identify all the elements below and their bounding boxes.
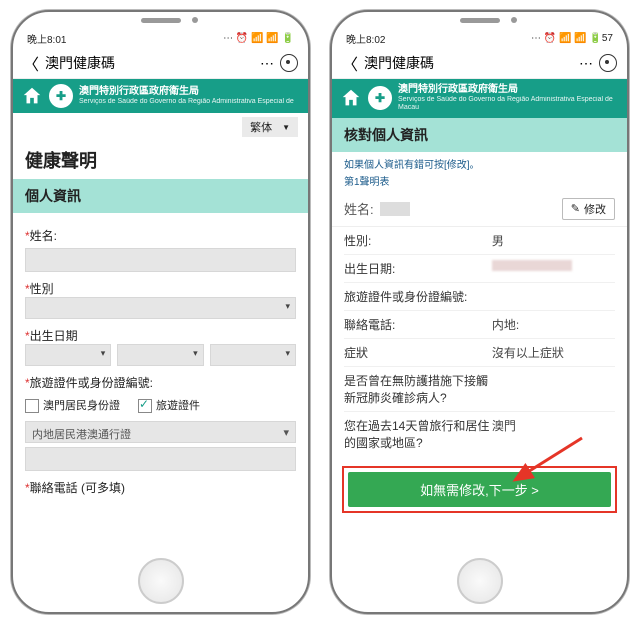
next-button[interactable]: 如無需修改,下一步 > bbox=[348, 472, 611, 507]
org-logo-icon: ✚ bbox=[368, 86, 392, 110]
status-time: 晚上8:02 bbox=[346, 31, 385, 46]
info-key: 出生日期: bbox=[344, 260, 492, 277]
label-name: *姓名: bbox=[25, 227, 296, 244]
pencil-icon: ✎ bbox=[571, 202, 580, 215]
home-button[interactable] bbox=[138, 558, 184, 604]
content-right: 核對個人資訊 如果個人資訊有錯可按[修改]。 第1聲明表 姓名: ✎ 修改 性別… bbox=[332, 118, 627, 612]
label-name: 姓名: bbox=[344, 199, 374, 218]
notch bbox=[13, 12, 308, 28]
back-icon[interactable]: 〈 bbox=[342, 51, 358, 75]
home-icon[interactable] bbox=[340, 87, 362, 109]
org-logo-icon: ✚ bbox=[49, 84, 73, 108]
highlight-box: 如無需修改,下一步 > bbox=[342, 466, 617, 513]
select-day[interactable]: ▾ bbox=[210, 344, 296, 366]
info-value: 澳門 bbox=[492, 417, 615, 451]
value-name-redacted bbox=[380, 202, 410, 216]
label-gender: *性別 bbox=[25, 280, 296, 297]
org-name: 澳門特別行政區政府衛生局 bbox=[398, 84, 619, 96]
chevron-down-icon: ▾ bbox=[283, 426, 289, 442]
target-icon[interactable] bbox=[599, 54, 617, 72]
info-key: 性別: bbox=[344, 232, 492, 249]
name-row: 姓名: ✎ 修改 bbox=[332, 192, 627, 227]
org-banner: ✚ 澳門特別行政區政府衛生局 Serviços de Saúde do Gove… bbox=[332, 79, 627, 118]
menu-icon[interactable]: ⋯ bbox=[579, 55, 593, 72]
page-heading: 健康聲明 bbox=[13, 141, 308, 179]
home-icon[interactable] bbox=[21, 85, 43, 107]
nav-bar: 〈 澳門健康碼 ⋯ bbox=[332, 48, 627, 79]
phone-left: 晚上8:01 ⋯ ⏰ 📶 📶 🔋 〈 澳門健康碼 ⋯ ✚ 澳門特別行政區政府衛生… bbox=[11, 10, 310, 614]
info-value: 男 bbox=[492, 232, 615, 249]
info-row: 聯絡電話:内地: bbox=[344, 310, 615, 338]
select-month[interactable]: ▾ bbox=[117, 344, 203, 366]
page-title: 澳門健康碼 bbox=[45, 53, 254, 73]
org-name-pt: Serviços de Saúde do Governo da Região A… bbox=[398, 96, 619, 113]
org-name-pt: Serviços de Saúde do Governo da Região A… bbox=[79, 98, 300, 106]
checkbox-resident[interactable]: 澳門居民身份證 bbox=[25, 397, 120, 413]
info-key: 聯絡電話: bbox=[344, 316, 492, 333]
edit-button[interactable]: ✎ 修改 bbox=[562, 198, 615, 220]
status-icons: ⋯ ⏰ 📶 📶 🔋 bbox=[223, 33, 294, 44]
page-title: 澳門健康碼 bbox=[364, 53, 573, 73]
info-value: 沒有以上症狀 bbox=[492, 344, 615, 361]
select-year[interactable]: ▾ bbox=[25, 344, 111, 366]
label-phone: *聯絡電話 (可多填) bbox=[25, 479, 296, 496]
input-name[interactable] bbox=[25, 248, 296, 272]
info-list: 性別:男出生日期:旅遊證件或身份證編號:聯絡電話:内地:症狀沒有以上症狀是否曾在… bbox=[332, 227, 627, 456]
info-row: 症狀沒有以上症狀 bbox=[344, 338, 615, 366]
info-row: 出生日期: bbox=[344, 254, 615, 282]
info-row: 是否曾在無防護措施下接觸新冠肺炎確診病人? bbox=[344, 366, 615, 411]
label-dob: *出生日期 bbox=[25, 327, 296, 344]
info-value bbox=[492, 372, 615, 406]
content-left: 繁体 ▼ 健康聲明 個人資訊 *姓名: *性別 ▾ *出生日期 ▾ ▾ ▾ *旅… bbox=[13, 113, 308, 612]
notch bbox=[332, 12, 627, 28]
select-doc-type[interactable]: 内地居民港澳通行證▾ bbox=[25, 421, 296, 443]
info-row: 性別:男 bbox=[344, 227, 615, 254]
language-select[interactable]: 繁体 ▼ bbox=[242, 117, 298, 137]
menu-icon[interactable]: ⋯ bbox=[260, 55, 274, 72]
org-banner: ✚ 澳門特別行政區政府衛生局 Serviços de Saúde do Gove… bbox=[13, 79, 308, 113]
home-button[interactable] bbox=[457, 558, 503, 604]
label-doc: *旅遊證件或身份證編號: bbox=[25, 374, 296, 391]
status-bar: 晚上8:01 ⋯ ⏰ 📶 📶 🔋 bbox=[13, 28, 308, 48]
nav-bar: 〈 澳門健康碼 ⋯ bbox=[13, 48, 308, 79]
info-row: 您在過去14天曾旅行和居住的國家或地區?澳門 bbox=[344, 411, 615, 456]
info-key: 是否曾在無防護措施下接觸新冠肺炎確診病人? bbox=[344, 372, 492, 406]
info-key: 症狀 bbox=[344, 344, 492, 361]
info-value: 内地: bbox=[492, 316, 615, 333]
note-declaration-no: 第1聲明表 bbox=[332, 171, 627, 192]
status-bar: 晚上8:02 ⋯ ⏰ 📶 📶 🔋57 bbox=[332, 28, 627, 48]
select-gender[interactable]: ▾ bbox=[25, 297, 296, 319]
info-key: 您在過去14天曾旅行和居住的國家或地區? bbox=[344, 417, 492, 451]
target-icon[interactable] bbox=[280, 54, 298, 72]
note-edit-hint: 如果個人資訊有錯可按[修改]。 bbox=[332, 152, 627, 171]
back-icon[interactable]: 〈 bbox=[23, 51, 39, 75]
phone-right: 晚上8:02 ⋯ ⏰ 📶 📶 🔋57 〈 澳門健康碼 ⋯ ✚ 澳門特別行政區政府… bbox=[330, 10, 629, 614]
status-time: 晚上8:01 bbox=[27, 31, 66, 46]
checkbox-travel[interactable]: 旅遊證件 bbox=[138, 397, 200, 413]
input-doc-number[interactable] bbox=[25, 447, 296, 471]
status-icons: ⋯ ⏰ 📶 📶 🔋57 bbox=[531, 33, 613, 44]
chevron-down-icon: ▼ bbox=[282, 123, 290, 132]
section-header: 核對個人資訊 bbox=[332, 118, 627, 152]
info-value bbox=[492, 260, 615, 277]
org-name: 澳門特別行政區政府衛生局 bbox=[79, 86, 300, 98]
info-value bbox=[492, 288, 615, 305]
info-row: 旅遊證件或身份證編號: bbox=[344, 282, 615, 310]
info-key: 旅遊證件或身份證編號: bbox=[344, 288, 492, 305]
section-header: 個人資訊 bbox=[13, 179, 308, 213]
